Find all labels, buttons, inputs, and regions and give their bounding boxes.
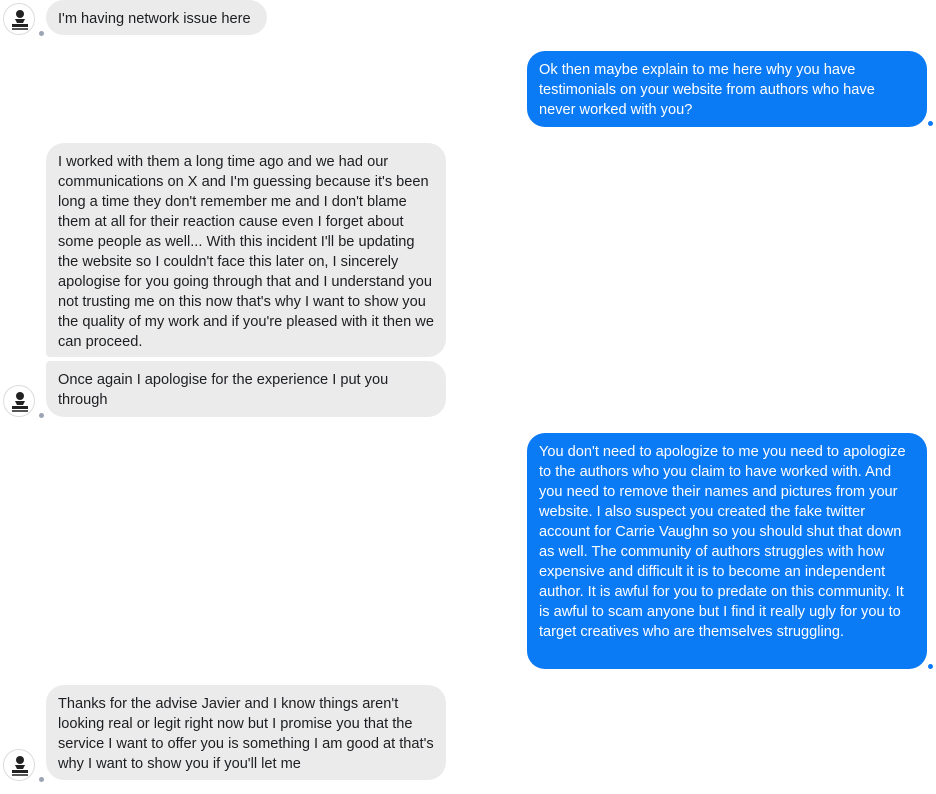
message-bubble-incoming[interactable]: Once again I apologise for the experienc… (46, 361, 446, 417)
contact-avatar[interactable] (3, 385, 35, 417)
seen-indicator (39, 777, 44, 782)
literary-curator-logo-icon (12, 756, 28, 776)
message-bubble-incoming[interactable]: I'm having network issue here (46, 0, 267, 35)
seen-indicator (39, 31, 44, 36)
contact-avatar[interactable] (3, 3, 35, 35)
delivered-indicator (928, 664, 933, 669)
message-bubble-outgoing[interactable]: Ok then maybe explain to me here why you… (527, 51, 927, 127)
contact-avatar[interactable] (3, 749, 35, 781)
message-bubble-incoming[interactable]: I worked with them a long time ago and w… (46, 143, 446, 357)
literary-curator-logo-icon (12, 10, 28, 30)
message-bubble-incoming[interactable]: Thanks for the advise Javier and I know … (46, 685, 446, 780)
message-bubble-outgoing[interactable]: You don't need to apologize to me you ne… (527, 433, 927, 669)
seen-indicator (39, 413, 44, 418)
literary-curator-logo-icon (12, 392, 28, 412)
delivered-indicator (928, 121, 933, 126)
